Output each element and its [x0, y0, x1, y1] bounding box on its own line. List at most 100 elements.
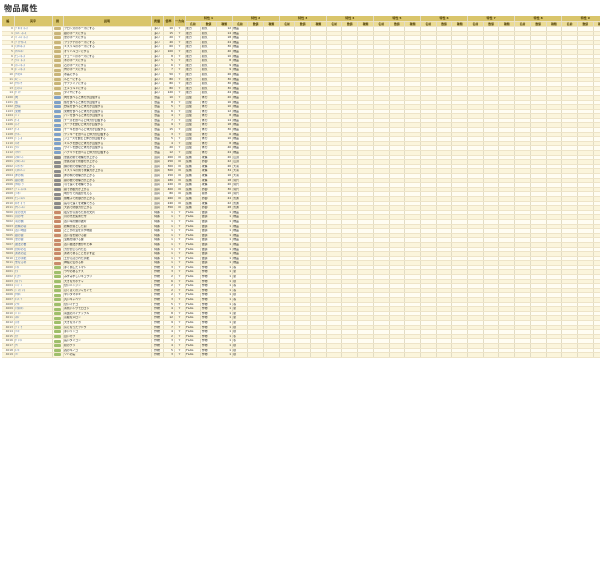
column-header: 売値 — [151, 16, 164, 27]
stat-cell — [498, 352, 516, 358]
item-icon — [54, 77, 61, 81]
stat-cell — [389, 352, 406, 358]
stat-cell — [561, 352, 578, 358]
item-icon — [54, 201, 61, 205]
stat-cell — [326, 352, 343, 358]
item-description: ソバの実 — [63, 352, 152, 358]
item-icon — [54, 261, 61, 265]
item-icon — [54, 289, 61, 293]
item-icon — [54, 307, 61, 311]
stat-cell — [420, 352, 437, 358]
item-icon — [54, 243, 61, 247]
item-icon — [54, 197, 61, 201]
item-icon — [54, 344, 61, 348]
item-icon — [54, 119, 61, 123]
item-icon — [54, 353, 61, 357]
column-header: 説明 — [63, 16, 152, 27]
item-icon — [54, 325, 61, 329]
column-header: 編 — [2, 16, 15, 27]
item-icon — [54, 270, 61, 274]
item-icon — [54, 178, 61, 182]
item-icon — [54, 59, 61, 63]
item-icon — [54, 73, 61, 77]
stat-cell — [341, 352, 359, 358]
item-icon — [54, 279, 61, 283]
item-icon — [54, 27, 61, 31]
item-icon — [54, 247, 61, 251]
item-icon — [54, 137, 61, 141]
stat-name: FLAG — [185, 352, 202, 358]
item-icon — [54, 165, 61, 168]
item-icon — [54, 41, 61, 44]
item-icon — [54, 192, 61, 196]
item-icon — [54, 105, 61, 109]
page-title: 物品属性 — [4, 4, 38, 13]
stat-cell — [310, 352, 327, 358]
item-id: 4019 — [2, 352, 15, 358]
item-icon — [54, 109, 61, 113]
column-header: 倍率 — [163, 16, 175, 27]
item-direction: Y — [174, 352, 186, 358]
table-row[interactable]: 4019 ｿﾊﾞ ソバの実 作物 3 Y FLAG 作物 1 秋 — [2, 352, 600, 358]
item-icon — [54, 275, 61, 279]
stat-cell — [467, 352, 484, 358]
item-icon — [54, 160, 61, 164]
stat-cell — [404, 352, 421, 358]
stat-type: 作物 — [200, 352, 217, 358]
item-icon — [54, 321, 61, 325]
item-icon — [54, 169, 61, 173]
item-icon — [54, 335, 61, 338]
stat-cell — [357, 352, 374, 358]
item-icon — [54, 183, 61, 187]
item-icon — [54, 114, 61, 118]
column-header: 英字 — [14, 16, 53, 27]
item-icon — [54, 224, 61, 228]
item-icon — [54, 206, 61, 210]
stat-cell — [577, 352, 594, 358]
item-icon — [54, 293, 61, 297]
stat-cell — [436, 352, 453, 358]
item-icon — [54, 96, 61, 100]
item-icon — [54, 91, 61, 95]
item-icon — [54, 68, 61, 72]
item-icon — [54, 215, 61, 219]
item-icon — [54, 302, 61, 306]
stat-cell — [514, 352, 531, 358]
item-icon — [54, 151, 61, 155]
stat-cell — [546, 352, 563, 358]
item-icon — [54, 132, 61, 136]
stat-cell — [279, 352, 296, 358]
item-icon — [54, 54, 61, 58]
item-icon — [54, 330, 61, 334]
item-icon — [54, 100, 61, 104]
item-icon — [54, 142, 61, 146]
item-price: 3 — [163, 352, 175, 358]
item-icon — [54, 298, 61, 302]
stat-cell — [294, 352, 312, 358]
item-icon — [54, 238, 61, 242]
stat-cell — [247, 352, 264, 358]
item-icon — [54, 211, 61, 214]
item-icon — [54, 256, 61, 260]
stat-cell — [593, 352, 600, 358]
stat-cell — [451, 352, 469, 358]
stat-cell — [263, 352, 280, 358]
item-icon — [54, 348, 61, 352]
item-icon — [54, 266, 61, 270]
item-icon — [54, 234, 61, 237]
item-icon — [54, 284, 61, 288]
item-icon — [54, 188, 61, 191]
item-icon — [54, 50, 61, 54]
item-category: 作物 — [151, 352, 164, 358]
item-icon — [54, 252, 61, 256]
item-icon — [54, 123, 61, 127]
column-header: 一方向 — [174, 16, 186, 27]
item-icon — [54, 128, 61, 132]
stat-name: 秋 — [232, 352, 249, 358]
item-attribute-table: 編英字図説明 売値 倍率 一方向 特性 1 特性 2 特性 3 特性 4 特性 5 特性 6 特性 … — [2, 16, 600, 358]
page: 物品属性 編英字図説明 売値 倍率 一方向 特性 1 特性 2 特性 3 特性 4 特性 5 特性… — [0, 0, 600, 562]
item-icon — [54, 316, 61, 320]
stat-cell — [530, 352, 547, 358]
item-icon — [54, 156, 61, 159]
item-icon — [54, 87, 61, 90]
